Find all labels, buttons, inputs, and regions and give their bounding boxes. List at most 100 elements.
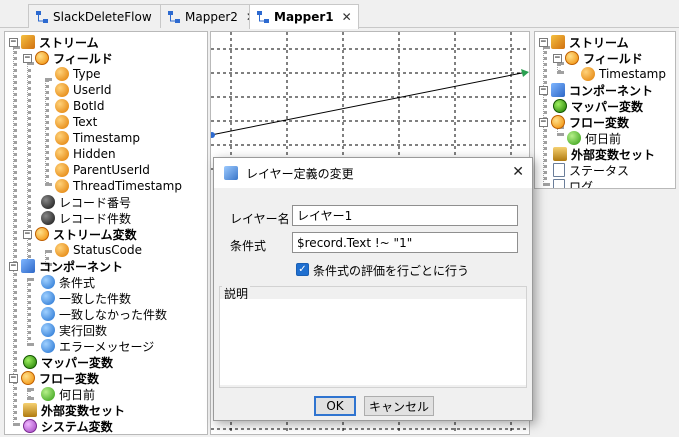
mapper-variable-icon: [553, 99, 567, 113]
tab-slackdeleteflow[interactable]: SlackDeleteFlow ✕: [28, 4, 177, 28]
document-icon: [553, 163, 565, 177]
tree-field-item[interactable]: Type: [55, 66, 101, 82]
tree-stream[interactable]: − ストリーム: [539, 34, 629, 50]
layer-icon: [224, 166, 238, 180]
tree-nanka[interactable]: 何日前: [567, 130, 621, 146]
tree-mapper-vars[interactable]: マッパー変数: [553, 98, 643, 114]
mapper-icon: [256, 10, 270, 24]
stream-icon: [21, 35, 35, 49]
collapse-icon[interactable]: −: [23, 53, 32, 63]
tab-label: Mapper2: [185, 9, 238, 24]
tree-nanka[interactable]: 何日前: [41, 386, 95, 402]
external-variable-icon: [553, 147, 567, 161]
tree-fields[interactable]: − フィールド: [553, 50, 643, 66]
dialog-title: レイヤー定義の変更: [246, 166, 354, 181]
collapse-icon[interactable]: −: [539, 117, 548, 127]
tree-log[interactable]: ログ: [553, 178, 593, 188]
tree-comp-item[interactable]: 一致した件数: [41, 290, 131, 306]
collapse-icon[interactable]: −: [553, 53, 562, 63]
tab-mapper1[interactable]: Mapper1 ✕: [249, 4, 359, 29]
system-field-icon: [41, 211, 55, 225]
tree-component[interactable]: − コンポーネント: [9, 258, 123, 274]
collapse-icon[interactable]: −: [9, 37, 18, 47]
field-icon: [55, 83, 69, 97]
field-icon: [55, 99, 69, 113]
tree-comp-item[interactable]: エラーメッセージ: [41, 338, 154, 354]
collapse-icon[interactable]: −: [9, 373, 18, 383]
system-field-icon: [41, 195, 55, 209]
tree-field-item[interactable]: UserId: [55, 82, 112, 98]
close-icon[interactable]: ✕: [342, 10, 352, 24]
field-icon: [55, 115, 69, 129]
tree-field-item[interactable]: BotId: [55, 98, 104, 114]
tree-field-item[interactable]: Text: [55, 114, 97, 130]
tree-field-item[interactable]: ParentUserId: [55, 162, 150, 178]
collapse-icon[interactable]: −: [9, 261, 18, 271]
field-icon: [55, 163, 69, 177]
property-icon: [41, 307, 55, 321]
source-tree-panel: − ストリーム − フィールド Type UserId BotId Text T…: [4, 31, 208, 435]
tree-comp-item[interactable]: 条件式: [41, 274, 95, 290]
tree-field-timestamp[interactable]: Timestamp: [581, 66, 666, 82]
eval-per-row-label[interactable]: 条件式の評価を行ごとに行う: [313, 262, 469, 279]
condition-field[interactable]: $record.Text !~ "1": [292, 232, 518, 253]
tree-field-item[interactable]: ThreadTimestamp: [55, 178, 182, 194]
tree-field-item[interactable]: Hidden: [55, 146, 116, 162]
tree-flow-vars[interactable]: − フロー変数: [539, 114, 629, 130]
collapse-icon[interactable]: −: [23, 229, 32, 239]
property-icon: [41, 291, 55, 305]
tree-record-count[interactable]: レコード件数: [41, 210, 131, 226]
tree-mapper-vars[interactable]: マッパー変数: [23, 354, 113, 370]
ok-button[interactable]: OK: [314, 396, 356, 416]
tree-component[interactable]: − コンポーネント: [539, 82, 653, 98]
system-variable-icon: [23, 419, 37, 433]
layer-name-field[interactable]: レイヤー1: [292, 205, 518, 226]
target-tree-panel: − ストリーム − フィールド Timestamp − コンポーネント マッパー…: [534, 31, 676, 189]
flow-variable-icon: [21, 371, 35, 385]
tree-comp-item[interactable]: 実行回数: [41, 322, 107, 338]
stream-icon: [551, 35, 565, 49]
tree-ext-vars[interactable]: 外部変数セット: [23, 402, 125, 418]
field-icon: [55, 147, 69, 161]
tree-fields[interactable]: − フィールド: [23, 50, 113, 66]
tab-mapper2[interactable]: Mapper2 ✕: [160, 4, 263, 28]
tree-comp-item[interactable]: 一致しなかった件数: [41, 306, 167, 322]
tab-label: SlackDeleteFlow: [53, 9, 152, 24]
collapse-icon[interactable]: −: [539, 37, 548, 47]
document-icon: [553, 179, 565, 188]
mapper-variable-icon: [23, 355, 37, 369]
mapping-endpoint[interactable]: [211, 132, 215, 138]
mapping-line[interactable]: [211, 71, 528, 136]
property-icon: [41, 275, 55, 289]
variable-icon: [567, 131, 581, 145]
collapse-icon[interactable]: −: [539, 85, 548, 95]
condition-label: 条件式: [230, 239, 267, 253]
tab-label: Mapper1: [274, 10, 334, 24]
description-textarea[interactable]: [220, 299, 526, 385]
layer-name-label: レイヤー名: [230, 212, 290, 226]
field-icon: [55, 131, 69, 145]
tree-sys-vars[interactable]: システム変数: [23, 418, 113, 434]
close-icon[interactable]: ✕: [512, 164, 524, 180]
eval-per-row-checkbox[interactable]: ✓: [296, 263, 309, 276]
tree-field-item[interactable]: Timestamp: [55, 130, 140, 146]
tree-stream-vars[interactable]: − ストリーム変数: [23, 226, 137, 242]
tree-status[interactable]: ステータス: [553, 162, 629, 178]
tree-ext-vars[interactable]: 外部変数セット: [553, 146, 655, 162]
tree-stream[interactable]: − ストリーム: [9, 34, 99, 50]
field-group-icon: [565, 51, 579, 65]
field-icon: [55, 179, 69, 193]
variable-icon: [41, 387, 55, 401]
tree-status-code[interactable]: StatusCode: [55, 242, 142, 258]
mapping-arrow-icon: [521, 69, 529, 77]
tree-flow-vars[interactable]: − フロー変数: [9, 370, 99, 386]
variable-group-icon: [35, 227, 49, 241]
variable-icon: [55, 243, 69, 257]
dialog-titlebar[interactable]: レイヤー定義の変更: [214, 158, 532, 188]
flow-variable-icon: [551, 115, 565, 129]
component-icon: [21, 259, 35, 273]
component-icon: [551, 83, 565, 97]
tab-bar: SlackDeleteFlow ✕ Mapper2 ✕ Mapper1 ✕: [0, 0, 679, 29]
tree-record-no[interactable]: レコード番号: [41, 194, 131, 210]
cancel-button[interactable]: キャンセル: [364, 396, 434, 416]
